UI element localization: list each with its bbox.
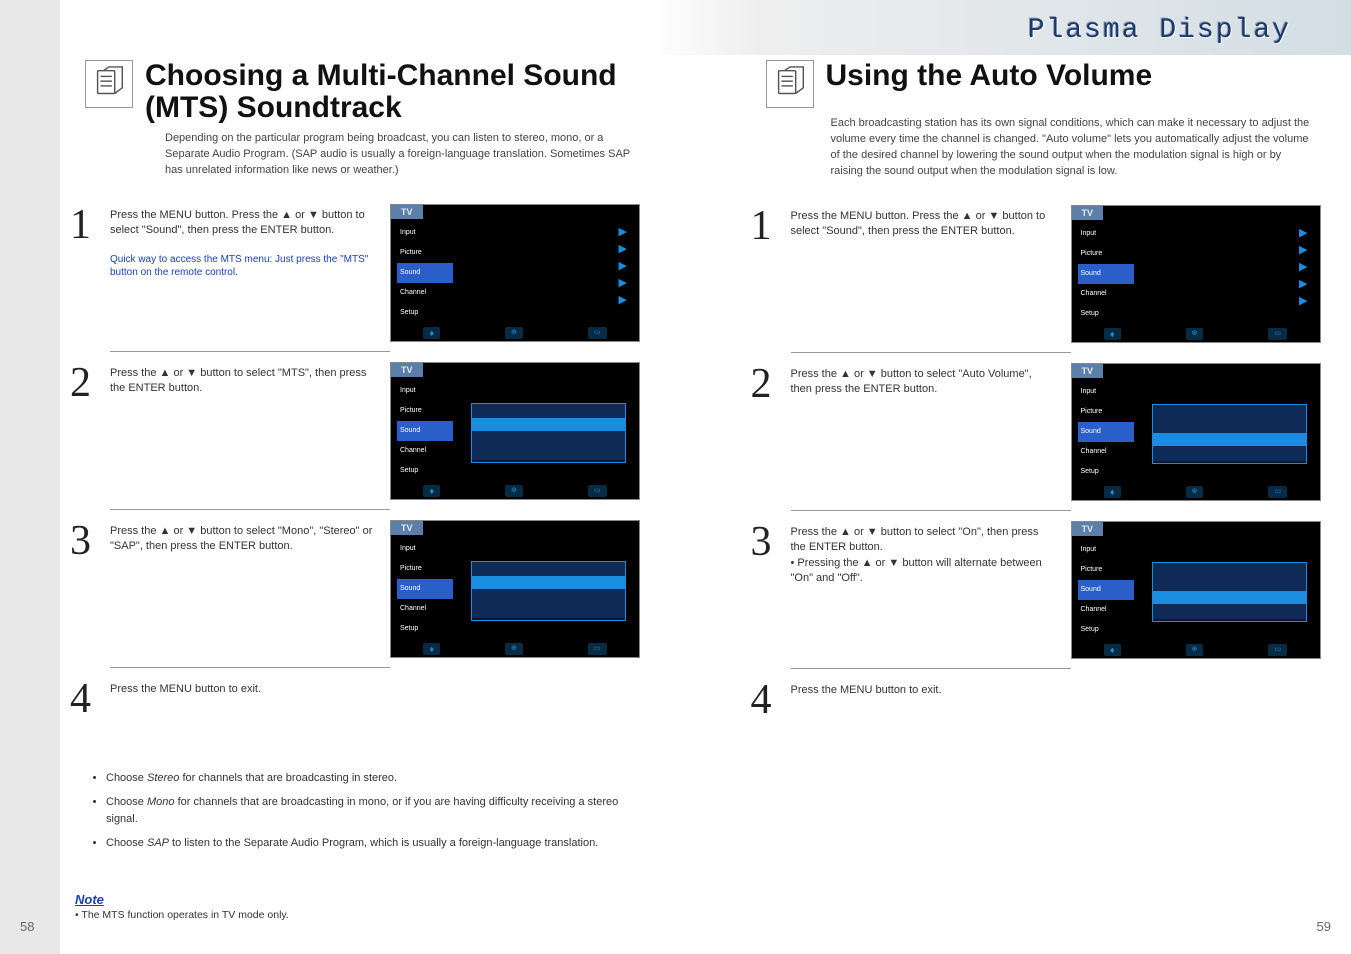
step-2-right: 2 Press the ▲ or ▼ button to select "Aut… — [751, 363, 1351, 511]
step-num: 1 — [70, 204, 110, 352]
tv-thumb-1r: TV Input Picture Sound Channel Setup ▶▶▶… — [1071, 205, 1321, 343]
step-text: Press the MENU button to exit. — [110, 683, 261, 695]
section-title-right: Using the Auto Volume — [826, 60, 1153, 92]
right-page: Plasma Display Using the Auto Volume Eac… — [676, 0, 1351, 954]
section-icon-left — [85, 60, 133, 108]
step-num: 2 — [751, 363, 791, 511]
tv-thumb-3r: TV Input Picture Sound Channel Setup ♦⊕▭ — [1071, 521, 1321, 659]
step-text: Press the MENU button. Press the ▲ or ▼ … — [110, 209, 365, 236]
intro-left: Depending on the particular program bein… — [165, 131, 635, 179]
page-number-left: 58 — [20, 919, 34, 934]
step-3-right: 3 Press the ▲ or ▼ button to select "On"… — [751, 521, 1351, 669]
step-num: 3 — [70, 520, 110, 668]
section-title-left: Choosing a Multi-Channel Sound (MTS) Sou… — [145, 60, 646, 123]
step-text: Press the MENU button. Press the ▲ or ▼ … — [791, 210, 1046, 237]
step-num: 4 — [751, 679, 791, 721]
bullet-list: Choose Stereo for channels that are broa… — [90, 770, 646, 852]
tv-thumb-2l: TV Input Picture Sound Channel Setup ♦⊕▭ — [390, 362, 640, 500]
plasma-header: Plasma Display — [651, 0, 1351, 55]
step-1-left: 1 Press the MENU button. Press the ▲ or … — [70, 204, 646, 352]
step-num: 3 — [751, 521, 791, 669]
note-label: Note — [75, 892, 646, 907]
step-3-left: 3 Press the ▲ or ▼ button to select "Mon… — [70, 520, 646, 668]
step-text: Press the ▲ or ▼ button to select "Auto … — [791, 368, 1032, 395]
tv-thumb-1l: TV Input Picture Sound Channel Setup ▶▶▶… — [390, 204, 640, 342]
step-text: Press the ▲ or ▼ button to select "MTS",… — [110, 367, 366, 394]
tv-thumb-3l: TV Input Picture Sound Channel Setup ♦⊕▭ — [390, 520, 640, 658]
step-4-left: 4 Press the MENU button to exit. — [70, 678, 646, 720]
quick-tip: Quick way to access the MTS menu: Just p… — [110, 253, 375, 280]
step-num: 1 — [751, 205, 791, 353]
step-text: Press the MENU button to exit. — [791, 684, 942, 696]
footnote: Note • The MTS function operates in TV m… — [75, 892, 646, 921]
step-text: Press the ▲ or ▼ button to select "On", … — [791, 526, 1039, 553]
section-icon-right — [766, 60, 814, 108]
left-page: Choosing a Multi-Channel Sound (MTS) Sou… — [0, 0, 676, 954]
page-number-right: 59 — [1317, 919, 1331, 934]
intro-right: Each broadcasting station has its own si… — [831, 116, 1311, 180]
step-1-right: 1 Press the MENU button. Press the ▲ or … — [751, 205, 1351, 353]
tv-thumb-2r: TV Input Picture Sound Channel Setup ♦⊕▭ — [1071, 363, 1321, 501]
step-2-left: 2 Press the ▲ or ▼ button to select "MTS… — [70, 362, 646, 510]
step-extra: • Pressing the ▲ or ▼ button will altern… — [791, 557, 1042, 584]
step-num: 2 — [70, 362, 110, 510]
step-text: Press the ▲ or ▼ button to select "Mono"… — [110, 525, 372, 552]
step-num: 4 — [70, 678, 110, 720]
step-4-right: 4 Press the MENU button to exit. — [751, 679, 1351, 721]
note-text: • The MTS function operates in TV mode o… — [75, 909, 646, 921]
